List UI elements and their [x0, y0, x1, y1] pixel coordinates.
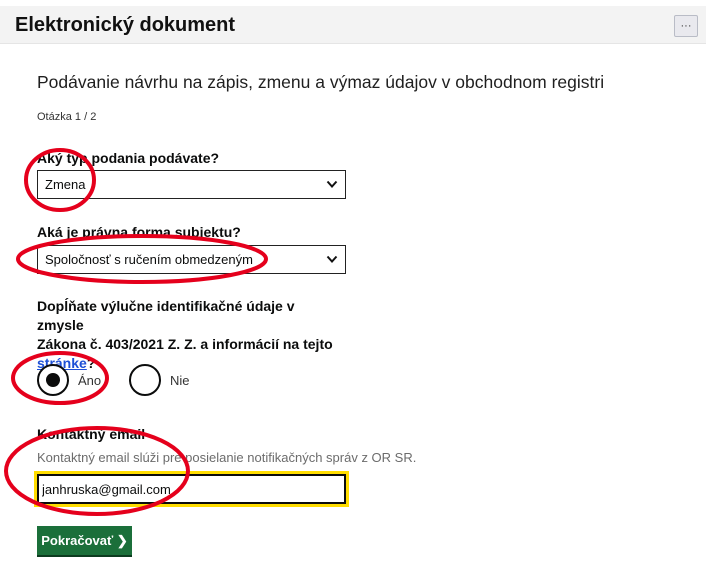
- continue-button[interactable]: Pokračovať ❯: [37, 526, 132, 555]
- email-label: Kontaktný email: [37, 426, 146, 442]
- chevron-down-icon: [326, 180, 338, 188]
- header-title: Elektronický dokument: [15, 14, 236, 36]
- radio-no-label[interactable]: Nie: [170, 373, 190, 388]
- page: Elektronický dokument ··· Podávanie návr…: [0, 0, 706, 567]
- radio-selected-dot: [46, 373, 60, 387]
- identification-question: Dopĺňate výlučne identifikačné údaje v z…: [37, 297, 337, 373]
- chevron-down-icon: [326, 255, 338, 263]
- identification-line2: Zákona č. 403/2021 Z. Z. a informácií na…: [37, 336, 333, 352]
- email-hint: Kontaktný email slúži pre posielanie not…: [37, 450, 417, 465]
- step-indicator: Otázka 1 / 2: [37, 111, 97, 123]
- identification-suffix: ?: [86, 355, 96, 371]
- submission-type-select[interactable]: Zmena: [37, 170, 346, 199]
- submission-type-label: Aký typ podania podávate?: [37, 150, 220, 166]
- email-input[interactable]: [34, 471, 349, 507]
- header-bar: Elektronický dokument ···: [0, 6, 706, 44]
- submission-type-value: Zmena: [45, 177, 86, 192]
- legal-form-select[interactable]: Spoločnosť s ručením obmedzeným: [37, 245, 346, 274]
- radio-yes-label[interactable]: Áno: [78, 373, 101, 388]
- legal-form-label: Aká je právna forma subjektu?: [37, 224, 241, 240]
- radio-yes[interactable]: [37, 364, 69, 396]
- radio-no[interactable]: [129, 364, 161, 396]
- more-options-button[interactable]: ···: [674, 15, 698, 37]
- identification-line1: Dopĺňate výlučne identifikačné údaje v z…: [37, 298, 295, 333]
- form-title: Podávanie návrhu na zápis, zmenu a výmaz…: [37, 72, 605, 92]
- legal-form-value: Spoločnosť s ručením obmedzeným: [45, 252, 253, 267]
